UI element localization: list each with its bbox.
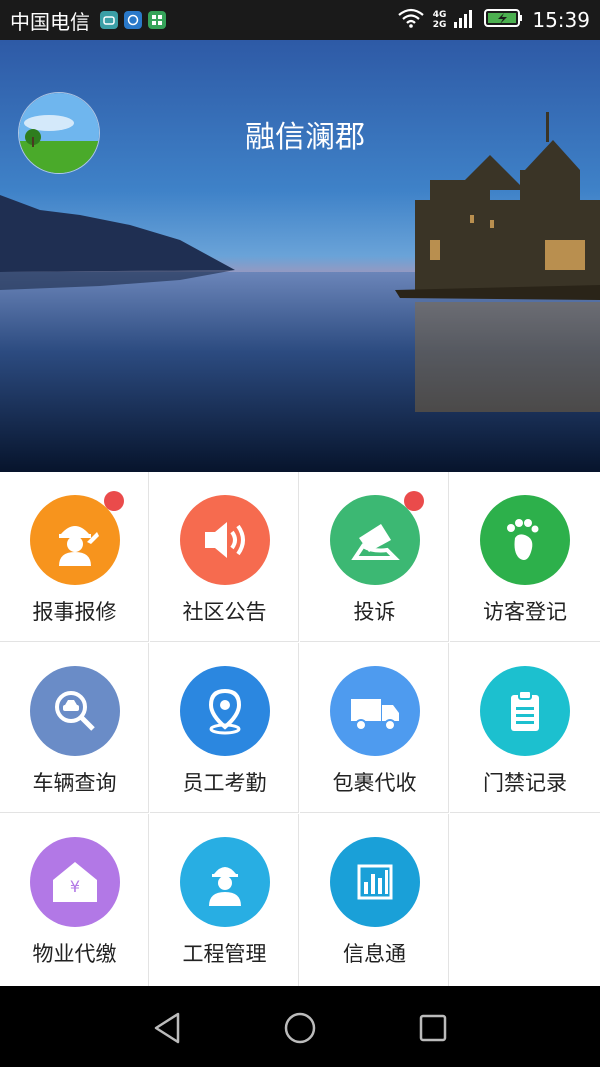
- service-grid: 报事报修 社区公告 投诉 访客登记 车辆查询 员工考勤 包裹代收 门禁记录 ¥ …: [0, 472, 600, 986]
- empty-grid-cell: [450, 814, 600, 986]
- menu-item-label: 门禁记录: [483, 771, 567, 795]
- recents-button[interactable]: [413, 1008, 453, 1048]
- battery-icon: [484, 8, 524, 32]
- menu-item-label: 社区公告: [182, 600, 267, 624]
- menu-item-label: 工程管理: [182, 942, 267, 966]
- footprint-icon: [480, 495, 570, 585]
- menu-item-label: 投诉: [353, 600, 396, 624]
- menu-item-label: 访客登记: [483, 600, 567, 624]
- menu-item-repair[interactable]: 报事报修: [0, 472, 149, 642]
- menu-item-label: 员工考勤: [182, 771, 267, 795]
- notification-badge: [404, 491, 424, 511]
- delivery-truck-icon: [330, 666, 420, 756]
- vehicle-search-icon: [30, 666, 120, 756]
- notification-clock-icon: [124, 11, 142, 29]
- menu-item-attendance[interactable]: 员工考勤: [150, 643, 299, 813]
- bar-chart-icon: [330, 837, 420, 927]
- recents-square-icon: [419, 1014, 447, 1042]
- menu-item-label: 车辆查询: [32, 771, 117, 795]
- network-type: 4G 2G: [432, 10, 447, 30]
- menu-item-info[interactable]: 信息通: [300, 814, 449, 986]
- menu-item-announcement[interactable]: 社区公告: [150, 472, 299, 642]
- carrier-name: 中国电信: [10, 9, 90, 34]
- menu-item-label: 报事报修: [32, 600, 117, 624]
- hero-banner: 融信澜郡: [0, 40, 600, 472]
- system-nav-bar: [0, 986, 600, 1067]
- house-payment-icon: ¥: [30, 837, 120, 927]
- back-triangle-icon: [154, 1012, 180, 1044]
- home-button[interactable]: [280, 1008, 320, 1048]
- engineer-icon: [180, 837, 270, 927]
- community-title: 融信澜郡: [245, 120, 365, 155]
- speaker-icon: [180, 495, 270, 585]
- menu-item-label: 包裹代收: [332, 771, 417, 795]
- menu-item-engineering[interactable]: 工程管理: [150, 814, 299, 986]
- menu-item-label: 物业代缴: [32, 942, 117, 966]
- notification-app-icon: [100, 11, 118, 29]
- menu-item-label: 信息通: [343, 942, 406, 966]
- svg-text:¥: ¥: [70, 877, 80, 896]
- menu-item-complaint[interactable]: 投诉: [300, 472, 449, 642]
- menu-item-visitor[interactable]: 访客登记: [450, 472, 600, 642]
- location-pin-icon: [180, 666, 270, 756]
- status-bar: 中国电信 4G 2G 15:39: [0, 0, 600, 40]
- lake-castle-image: [0, 40, 600, 472]
- notification-grid-icon: [148, 11, 166, 29]
- signal-icon: [454, 8, 476, 32]
- status-time: 15:39: [532, 8, 590, 32]
- menu-item-parcel[interactable]: 包裹代收: [300, 643, 449, 813]
- menu-item-vehicle[interactable]: 车辆查询: [0, 643, 149, 813]
- menu-item-access-log[interactable]: 门禁记录: [450, 643, 600, 813]
- clipboard-icon: [480, 666, 570, 756]
- menu-item-property-payment[interactable]: ¥ 物业代缴: [0, 814, 149, 986]
- back-button[interactable]: [147, 1008, 187, 1048]
- wifi-icon: [397, 8, 425, 32]
- notification-badge: [104, 491, 124, 511]
- home-circle-icon: [284, 1012, 316, 1044]
